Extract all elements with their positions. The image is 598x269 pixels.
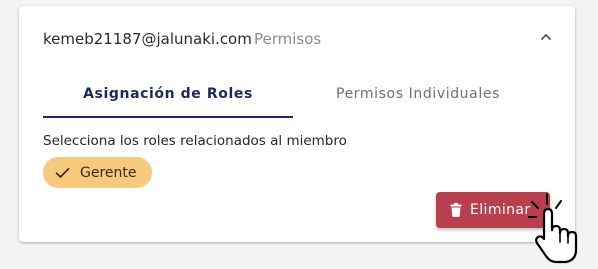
- delete-button[interactable]: Eliminar: [436, 192, 550, 228]
- trash-icon: [450, 203, 462, 217]
- collapse-button[interactable]: [535, 26, 557, 48]
- delete-button-label: Eliminar: [470, 202, 531, 218]
- active-tab-indicator: [43, 116, 293, 118]
- chevron-up-icon: [541, 34, 551, 40]
- section-label: Permisos: [254, 30, 322, 48]
- page: kemeb21187@jalunaki.com Permisos Asignac…: [0, 0, 598, 269]
- roles-description: Selecciona los roles relacionados al mie…: [43, 133, 347, 149]
- member-email: kemeb21187@jalunaki.com: [43, 30, 252, 48]
- check-icon: [55, 167, 70, 179]
- role-chip-gerente[interactable]: Gerente: [43, 157, 152, 188]
- permission-tabs: Asignación de Roles Permisos Individuale…: [43, 70, 543, 120]
- member-permissions-card: kemeb21187@jalunaki.com Permisos Asignac…: [19, 6, 575, 242]
- tab-individual-permissions[interactable]: Permisos Individuales: [293, 70, 543, 118]
- role-chip-label: Gerente: [80, 164, 137, 181]
- tab-role-assignment[interactable]: Asignación de Roles: [43, 70, 293, 118]
